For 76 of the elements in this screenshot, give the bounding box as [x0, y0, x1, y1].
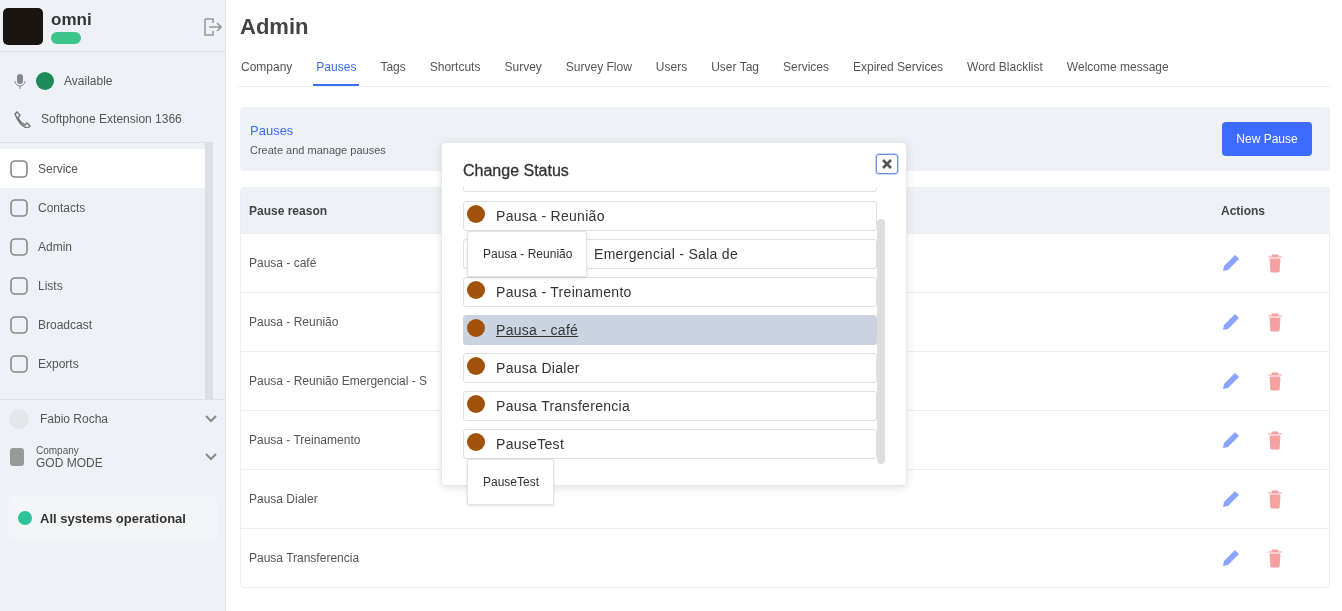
brand-name: omni [51, 9, 93, 30]
menu-icon [10, 354, 28, 373]
status-label: Available [64, 74, 113, 88]
section-title: Pauses [250, 122, 295, 138]
table-cell: Pausa - Reunião [249, 315, 339, 329]
chevron-down-icon[interactable] [205, 453, 217, 461]
status-option[interactable]: Pausa Transferencia [463, 391, 877, 421]
column-header: Pause reason [249, 203, 328, 218]
pencil-icon[interactable] [1221, 489, 1241, 509]
close-icon [881, 158, 893, 170]
trash-icon[interactable] [1266, 371, 1284, 391]
status-dot [18, 511, 32, 525]
table-cell: Pausa Dialer [249, 492, 318, 506]
dialog-title: Change Status [463, 162, 570, 180]
logout-icon[interactable] [202, 16, 222, 37]
phone-icon [14, 110, 31, 128]
menu-icon [10, 198, 28, 217]
pencil-icon[interactable] [1221, 253, 1241, 273]
tab[interactable]: Survey [501, 54, 545, 86]
company-label: Company [36, 444, 80, 456]
menu-icon [10, 237, 28, 256]
status-option[interactable]: Pausa - Treinamento [463, 277, 877, 307]
scrollbar[interactable] [877, 219, 885, 464]
menu-item[interactable]: Exports [0, 344, 205, 383]
status-option[interactable]: Pausa Dialer [463, 353, 877, 383]
menu-item[interactable]: Broadcast [0, 305, 205, 344]
close-button[interactable] [876, 154, 898, 174]
tab[interactable]: Expired Services [850, 54, 947, 86]
building-icon [8, 447, 26, 467]
plan-badge [51, 31, 81, 44]
pencil-icon[interactable] [1221, 430, 1241, 450]
tab[interactable]: Welcome message [1063, 54, 1172, 86]
logo [3, 8, 43, 45]
trash-icon[interactable] [1266, 430, 1284, 450]
trash-icon[interactable] [1266, 548, 1284, 568]
tab[interactable]: Pauses [313, 54, 360, 86]
menu-icon [10, 276, 28, 295]
menu-item[interactable]: Admin [0, 227, 205, 266]
tab[interactable]: Users [652, 54, 691, 86]
tooltip: PauseTest [467, 459, 555, 505]
tab[interactable]: Shortcuts [426, 54, 484, 86]
menu-icon [10, 315, 28, 334]
system-status-text: All systems operational [40, 510, 186, 526]
menu-item[interactable]: Service [0, 149, 205, 188]
user-name: Fabio Rocha [40, 412, 110, 426]
tab[interactable]: Tags [377, 54, 409, 86]
table-cell: Pausa - Reunião Emergencial - S [249, 374, 428, 388]
table-cell: Pausa Transferencia [249, 551, 360, 565]
tab[interactable]: Survey Flow [562, 54, 635, 86]
trash-icon[interactable] [1266, 489, 1284, 509]
trash-icon[interactable] [1266, 253, 1284, 273]
pencil-icon[interactable] [1221, 548, 1241, 568]
column-header: Actions [1221, 203, 1266, 218]
company-name: GOD MODE [36, 455, 104, 470]
status-option[interactable]: Pausa - café [463, 315, 877, 345]
tab[interactable]: Word Blacklist [964, 54, 1046, 86]
trash-icon[interactable] [1266, 312, 1284, 332]
pencil-icon[interactable] [1221, 312, 1241, 332]
tab[interactable]: Company [238, 54, 296, 86]
tooltip: Pausa - Reunião [467, 231, 588, 277]
page-title: Admin [240, 14, 310, 40]
softphone-label: Softphone Extension 1366 [41, 112, 182, 126]
tab[interactable]: User Tag [708, 54, 762, 86]
new-pause-button[interactable]: New Pause [1222, 122, 1312, 156]
tab[interactable]: Services [780, 54, 832, 86]
pencil-icon[interactable] [1221, 371, 1241, 391]
table-cell: Pausa - café [249, 256, 317, 270]
menu-item[interactable]: Contacts [0, 188, 205, 227]
table-cell: Pausa - Treinamento [249, 433, 361, 447]
status-dot [36, 72, 54, 90]
list-item[interactable] [463, 187, 877, 192]
microphone-icon [14, 73, 26, 89]
menu-item[interactable]: Lists [0, 266, 205, 305]
section-subtitle: Create and manage pauses [250, 143, 387, 156]
menu-icon [10, 159, 28, 178]
chevron-down-icon[interactable] [205, 415, 217, 423]
